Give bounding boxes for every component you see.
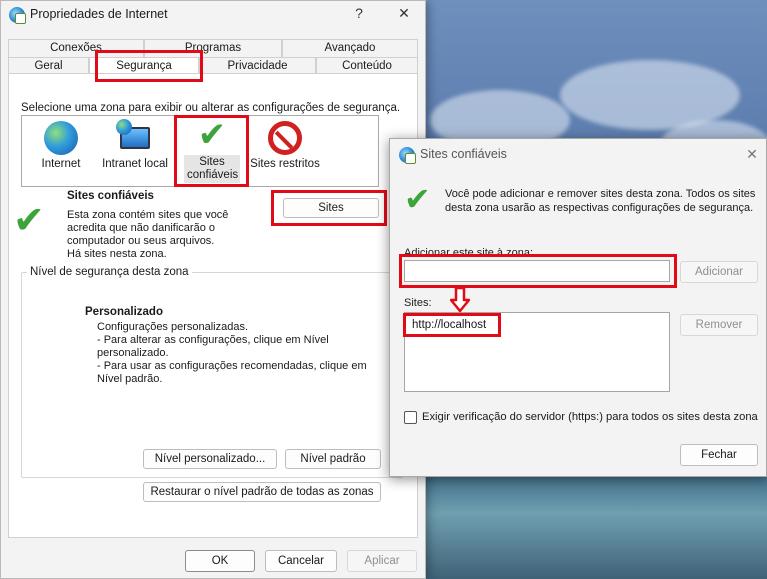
zone-label: Internet bbox=[41, 158, 81, 170]
info-text: Você pode adicionar e remover sites dest… bbox=[445, 188, 756, 200]
internet-properties-window: Propriedades de Internet ? ✕ Conexões Pr… bbox=[0, 0, 426, 579]
check-icon: ✔ bbox=[404, 181, 431, 217]
zone-list: Internet Intranet local ✔ Sites confiáve… bbox=[21, 115, 379, 187]
no-entry-icon bbox=[268, 121, 302, 155]
add-site-label: Adicionar este site à zona: bbox=[404, 247, 534, 259]
default-level-button[interactable]: Nível padrão bbox=[285, 449, 381, 469]
ok-button[interactable]: OK bbox=[185, 550, 255, 572]
list-item[interactable]: http://localhost bbox=[412, 319, 486, 331]
apply-button[interactable]: Aplicar bbox=[347, 550, 417, 572]
zone-sites-confiaveis[interactable]: ✔ Sites confiáveis bbox=[184, 118, 240, 183]
zone-description: acredita que não danificarão o bbox=[67, 222, 215, 234]
window-title: Propriedades de Internet bbox=[30, 7, 168, 21]
zone-instruction: Selecione uma zona para exibir ou altera… bbox=[21, 102, 401, 114]
check-icon: ✔ bbox=[13, 200, 45, 242]
add-site-input[interactable] bbox=[404, 260, 670, 282]
title-bar: Sites confiáveis ✕ bbox=[390, 139, 766, 167]
zone-description: computador ou seus arquivos. bbox=[67, 235, 215, 247]
add-button[interactable]: Adicionar bbox=[680, 261, 758, 283]
internet-options-icon bbox=[9, 7, 26, 24]
close-button[interactable]: Fechar bbox=[680, 444, 758, 466]
zone-internet[interactable]: Internet bbox=[36, 121, 86, 170]
require-https-checkbox[interactable] bbox=[404, 411, 417, 424]
internet-options-icon bbox=[399, 147, 416, 164]
check-icon: ✔ bbox=[197, 116, 227, 154]
custom-level-button[interactable]: Nível personalizado... bbox=[143, 449, 277, 469]
zone-description: Há sites nesta zona. bbox=[67, 248, 167, 260]
arrow-down-icon bbox=[450, 287, 470, 313]
info-text: desta zona usarão as respectivas configu… bbox=[445, 202, 754, 214]
remove-button[interactable]: Remover bbox=[680, 314, 758, 336]
tab-programas[interactable]: Programas bbox=[144, 39, 282, 57]
zone-label: Sites restritos bbox=[250, 158, 320, 170]
background-water bbox=[420, 470, 767, 579]
tab-avancado[interactable]: Avançado bbox=[282, 39, 418, 57]
close-icon[interactable]: ✕ bbox=[742, 146, 762, 163]
sites-button[interactable]: Sites bbox=[283, 198, 379, 218]
custom-level-text: - Para usar as configurações recomendada… bbox=[97, 360, 367, 372]
custom-level-text: personalizado. bbox=[97, 347, 169, 359]
custom-level-text: Nível padrão. bbox=[97, 373, 163, 385]
require-https-label: Exigir verificação do servidor (https:) … bbox=[422, 411, 758, 423]
security-level-group bbox=[21, 272, 403, 478]
zone-label: Intranet local bbox=[102, 158, 168, 170]
restore-all-zones-button[interactable]: Restaurar o nível padrão de todas as zon… bbox=[143, 482, 381, 502]
title-bar: Propriedades de Internet ? ✕ bbox=[1, 1, 425, 29]
trusted-sites-window: Sites confiáveis ✕ ✔ Você pode adicionar… bbox=[389, 138, 767, 477]
window-title: Sites confiáveis bbox=[420, 147, 507, 161]
zone-description: Esta zona contém sites que você bbox=[67, 209, 229, 221]
zone-intranet-local[interactable]: Intranet local bbox=[98, 119, 172, 170]
globe-icon bbox=[44, 121, 78, 155]
security-level-legend: Nível de segurança desta zona bbox=[27, 266, 192, 278]
cancel-button[interactable]: Cancelar bbox=[265, 550, 337, 572]
intranet-icon bbox=[116, 119, 152, 155]
tab-conexoes[interactable]: Conexões bbox=[8, 39, 144, 57]
sites-listbox[interactable]: http://localhost bbox=[404, 312, 670, 392]
sites-label: Sites: bbox=[404, 297, 432, 309]
zone-sites-restritos[interactable]: Sites restritos bbox=[248, 121, 322, 170]
zone-label: Sites confiáveis bbox=[184, 155, 240, 183]
help-button[interactable]: ? bbox=[349, 5, 369, 21]
custom-level-text: Configurações personalizadas. bbox=[97, 321, 249, 333]
custom-level-title: Personalizado bbox=[85, 306, 163, 318]
close-icon[interactable]: ✕ bbox=[394, 5, 414, 22]
security-tab-panel: Selecione uma zona para exibir ou altera… bbox=[8, 73, 418, 538]
custom-level-text: - Para alterar as configurações, clique … bbox=[97, 334, 329, 346]
selected-zone-title: Sites confiáveis bbox=[67, 190, 154, 202]
